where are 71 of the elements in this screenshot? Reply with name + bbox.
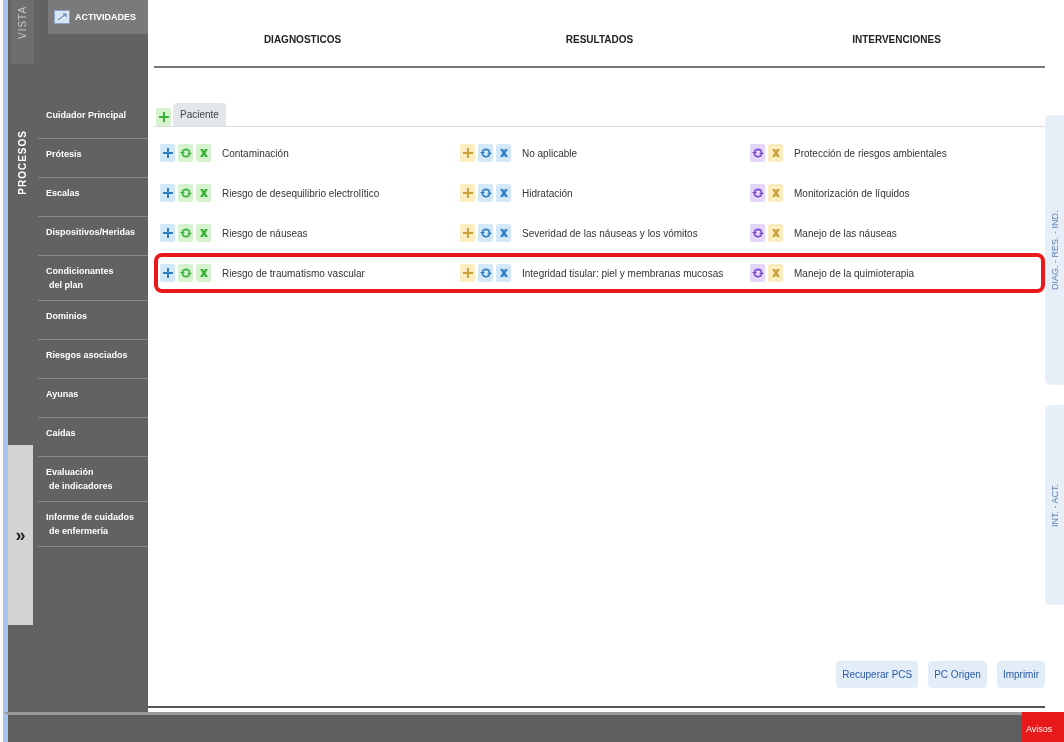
refresh-icon[interactable] [750, 224, 765, 242]
refresh-icon[interactable] [478, 264, 493, 282]
add-icon[interactable] [460, 144, 475, 162]
refresh-icon[interactable] [178, 224, 193, 242]
outcome-text: Hidratación [522, 187, 573, 199]
add-icon[interactable] [160, 184, 175, 202]
sidebar-item[interactable]: Ayunas [38, 379, 148, 418]
action-button[interactable]: Imprimir [996, 661, 1045, 688]
intervention-text: Manejo de las náuseas [794, 227, 897, 239]
refresh-icon[interactable] [478, 224, 493, 242]
intervention-text: Protección de riesgos ambientales [794, 147, 947, 159]
refresh-icon[interactable] [750, 264, 765, 282]
sidebar-item[interactable]: Dominios [38, 301, 148, 340]
expand-handle[interactable]: » [8, 445, 33, 625]
delete-icon[interactable] [496, 224, 511, 242]
delete-icon[interactable] [196, 184, 211, 202]
diagnosis-text: Riesgo de desequilibrio electrolítico [222, 187, 380, 199]
column-header: RESULTADOS [564, 32, 635, 45]
vertical-tab[interactable]: PROCESOS [11, 124, 34, 201]
diagnosis-text: Contaminación [222, 147, 289, 159]
add-icon[interactable] [160, 144, 175, 162]
activities-header[interactable]: ACTIVIDADES [48, 0, 148, 34]
vertical-tab[interactable]: INT. - ACT. [1045, 405, 1064, 605]
window-icon [54, 10, 70, 24]
delete-icon[interactable] [196, 224, 211, 242]
sidebar-item[interactable]: Prótesis [38, 139, 148, 178]
vertical-tab[interactable]: DIAG. - RES. - IND. [1045, 115, 1064, 385]
sidebar-item[interactable]: Condicionantes del plan [38, 256, 148, 301]
refresh-icon[interactable] [178, 184, 193, 202]
sidebar-item[interactable]: Dispositivos/Heridas [38, 217, 148, 256]
patient-tab[interactable]: Paciente [173, 103, 226, 126]
delete-icon[interactable] [768, 144, 783, 162]
column-header: INTERVENCIONES [851, 32, 942, 45]
delete-icon[interactable] [496, 144, 511, 162]
delete-icon[interactable] [496, 184, 511, 202]
sidebar-item[interactable]: Escalas [38, 178, 148, 217]
column-header: DIAGNOSTICOS [262, 32, 343, 45]
add-icon[interactable] [160, 224, 175, 242]
delete-icon[interactable] [496, 264, 511, 282]
sidebar-item[interactable]: Caídas [38, 418, 148, 457]
add-icon[interactable] [460, 264, 475, 282]
outcome-text: Integridad tisular: piel y membranas mucosas [522, 267, 724, 279]
vertical-tab[interactable]: VISTA [11, 0, 34, 64]
intervention-text: Monitorización de líquidos [794, 187, 910, 199]
outcome-text: No aplicable [522, 147, 578, 159]
action-button[interactable]: PC Origen [928, 661, 987, 688]
delete-icon[interactable] [196, 264, 211, 282]
refresh-icon[interactable] [478, 184, 493, 202]
refresh-icon[interactable] [178, 144, 193, 162]
intervention-text: Manejo de la quimioterapia [794, 267, 915, 279]
sidebar-item[interactable]: Informe de cuidados de enfermería [38, 502, 148, 547]
add-icon[interactable] [156, 108, 171, 126]
delete-icon[interactable] [196, 144, 211, 162]
diagnosis-text: Riesgo de náuseas [222, 227, 308, 239]
add-icon[interactable] [160, 264, 175, 282]
delete-icon[interactable] [768, 264, 783, 282]
refresh-icon[interactable] [750, 184, 765, 202]
add-icon[interactable] [460, 184, 475, 202]
outcome-text: Severidad de las náuseas y los vómitos [522, 227, 698, 239]
refresh-icon[interactable] [750, 144, 765, 162]
diagnosis-text: Riesgo de traumatismo vascular [222, 267, 365, 279]
add-icon[interactable] [460, 224, 475, 242]
alerts-button[interactable]: Avisos [1022, 712, 1064, 742]
delete-icon[interactable] [768, 184, 783, 202]
refresh-icon[interactable] [478, 144, 493, 162]
sidebar-item[interactable]: Riesgos asociados [38, 340, 148, 379]
sidebar-item[interactable]: Cuidador Principal [38, 100, 148, 139]
delete-icon[interactable] [768, 224, 783, 242]
refresh-icon[interactable] [178, 264, 193, 282]
action-button[interactable]: Recuperar PCS [836, 661, 919, 688]
sidebar-item[interactable]: Evaluación de indicadores [38, 457, 148, 502]
